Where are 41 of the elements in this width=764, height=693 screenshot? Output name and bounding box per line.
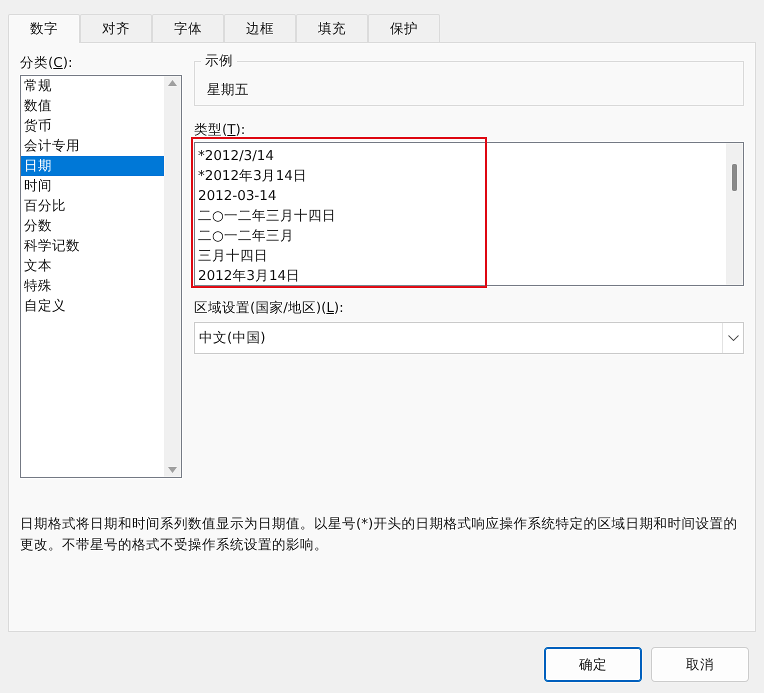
type-item[interactable]: *2012/3/14 [198,146,274,166]
category-item[interactable]: 数值 [21,96,164,116]
scroll-up-icon[interactable] [168,80,177,86]
scrollbar[interactable] [726,143,743,285]
category-item[interactable]: 分数 [21,216,164,236]
chevron-down-icon [728,335,738,341]
type-item[interactable]: 三月十四日 [198,246,268,266]
locale-label: 区域设置(国家/地区)(L): [194,299,345,318]
category-item[interactable]: 货币 [21,116,164,136]
cancel-button[interactable]: 取消 [651,647,749,682]
type-item[interactable]: 2012年3月14日 [198,266,300,286]
ok-button[interactable]: 确定 [544,647,642,682]
type-label: 类型(T): [194,121,246,140]
scrollbar[interactable] [164,76,181,477]
sample-value: 星期五 [207,81,249,99]
category-label: 分类(C): [20,54,74,73]
category-item[interactable]: 会计专用 [21,136,164,156]
category-list[interactable]: 常规 数值 货币 会计专用 日期 时间 百分比 分数 科学记数 文本 特殊 自定义 [20,75,182,478]
type-item[interactable]: 二○一二年三月 [198,226,294,246]
locale-select[interactable]: 中文(中国) [194,322,744,354]
tab[interactable]: 边框 [224,14,296,42]
tab[interactable]: 字体 [152,14,224,42]
category-item[interactable]: 科学记数 [21,236,164,256]
scroll-down-icon[interactable] [168,467,177,473]
category-item[interactable]: 常规 [21,76,164,96]
category-item[interactable]: 百分比 [21,196,164,216]
tab[interactable]: 数字 [8,14,80,43]
type-list[interactable]: *2012/3/14 *2012年3月14日 2012-03-14 二○一二年三月十四日 二○一二年三月 三月十四日 2012年3月14日 [194,142,744,286]
type-item[interactable]: 2012-03-14 [198,186,276,206]
category-item[interactable]: 文本 [21,256,164,276]
type-item[interactable]: 二○一二年三月十四日 [198,206,336,226]
tab[interactable]: 填充 [296,14,368,42]
category-item[interactable]: 日期 [21,156,164,176]
scroll-thumb[interactable] [732,164,737,191]
category-item[interactable]: 时间 [21,176,164,196]
category-item[interactable]: 自定义 [21,296,164,316]
tab[interactable]: 对齐 [80,14,152,42]
category-item[interactable]: 特殊 [21,276,164,296]
type-item[interactable]: *2012年3月14日 [198,166,307,186]
description-text: 日期格式将日期和时间系列数值显示为日期值。以星号(*)开头的日期格式响应操作系统特定的区域日期和时间设置的更改。不带星号的格式不受操作系统设置的影响。 [20,515,738,555]
tab[interactable]: 保护 [368,14,440,42]
